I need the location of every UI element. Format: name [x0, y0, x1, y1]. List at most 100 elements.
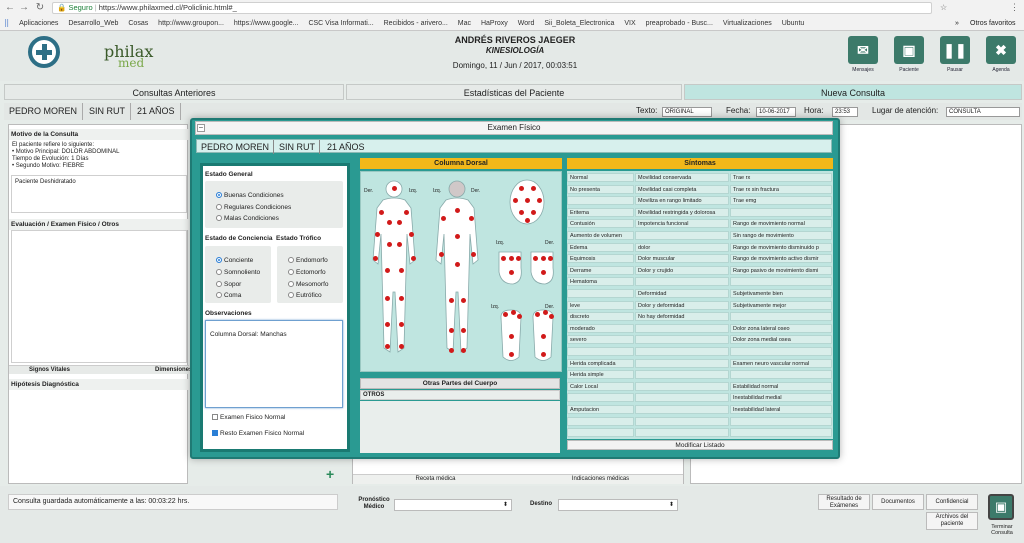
more-bookmarks[interactable]: » — [955, 17, 959, 30]
sintoma-option[interactable]: Estabilidad normal — [730, 381, 832, 391]
sintoma-option[interactable]: severo — [567, 335, 634, 345]
sintoma-option[interactable]: Dolor muscular — [635, 254, 729, 264]
foot-point[interactable] — [549, 314, 554, 319]
face-point[interactable] — [519, 186, 524, 191]
body-point[interactable] — [387, 242, 392, 247]
foot-point[interactable] — [543, 310, 548, 315]
body-point[interactable] — [397, 242, 402, 247]
archivos-button[interactable]: Archivos del paciente — [926, 512, 978, 530]
body-point[interactable] — [471, 252, 476, 257]
sintoma-option[interactable]: Subjetivamente mejor — [730, 300, 832, 310]
sintoma-option[interactable]: Movilidad casi completa — [635, 184, 729, 194]
sintoma-option[interactable]: Rango de movimiento normal — [730, 219, 832, 229]
sintoma-option[interactable] — [730, 370, 832, 380]
body-point[interactable] — [385, 322, 390, 327]
body-point[interactable] — [373, 256, 378, 261]
radio-mesomorfo[interactable]: Mesomorfo — [288, 281, 329, 288]
star-icon[interactable]: ☆ — [940, 3, 947, 12]
body-point[interactable] — [469, 216, 474, 221]
body-point[interactable] — [379, 210, 384, 215]
body-point[interactable] — [399, 322, 404, 327]
body-point[interactable] — [399, 344, 404, 349]
sintoma-option[interactable]: Dolor zona medial osea — [730, 335, 832, 345]
documentos-button[interactable]: Documentos — [872, 494, 924, 510]
radio-regulares[interactable]: Regulares Condiciones — [216, 204, 291, 211]
sintoma-option[interactable] — [635, 231, 729, 240]
radio-malas[interactable]: Malas Condiciones — [216, 215, 279, 222]
tab-estadisticas[interactable]: Estadísticas del Paciente — [346, 84, 682, 100]
bookmark-item[interactable]: Desarrollo_Web — [68, 20, 118, 27]
face-point[interactable] — [519, 210, 524, 215]
sintoma-option[interactable] — [730, 416, 832, 426]
sintoma-option[interactable]: leve — [567, 300, 634, 310]
sintoma-option[interactable]: discreto — [567, 312, 634, 322]
reload-icon[interactable]: ↻ — [34, 2, 46, 14]
agenda-button[interactable]: ✖ Agenda — [984, 36, 1018, 76]
radio-somnoliento[interactable]: Somnoliento — [216, 269, 260, 276]
sintoma-option[interactable]: Trae rx — [730, 173, 832, 182]
sintoma-option[interactable] — [635, 381, 729, 391]
bookmark-item[interactable]: Recibidos - arivero... — [384, 20, 448, 27]
sintoma-option[interactable]: dolor — [635, 242, 729, 252]
bookmark-item[interactable]: preaprobado - Busc... — [646, 20, 713, 27]
minimize-icon[interactable]: – — [197, 124, 205, 132]
sintoma-option[interactable] — [730, 277, 832, 287]
face-point[interactable] — [525, 218, 530, 223]
radio-ectomorfo[interactable]: Ectomorfo — [288, 269, 326, 276]
sintoma-option[interactable] — [567, 196, 634, 206]
sintoma-option[interactable]: Movilidad restringida y dolorosa — [635, 207, 729, 217]
otras-row[interactable]: OTROS — [360, 390, 560, 400]
foot-point[interactable] — [541, 352, 546, 357]
face-point[interactable] — [537, 198, 542, 203]
sintoma-option[interactable] — [635, 393, 729, 403]
hand-point[interactable] — [509, 256, 514, 261]
bookmark-item[interactable]: Virtualizaciones — [723, 20, 772, 27]
body-point[interactable] — [375, 232, 380, 237]
hand-point[interactable] — [541, 256, 546, 261]
sintoma-option[interactable] — [635, 347, 729, 356]
hand-point[interactable] — [509, 270, 514, 275]
body-point[interactable] — [461, 328, 466, 333]
foot-point[interactable] — [511, 310, 516, 315]
sintoma-option[interactable] — [635, 405, 729, 414]
texto-select[interactable]: ORIGINAL — [662, 107, 712, 117]
sintoma-option[interactable]: Herida complicada — [567, 358, 634, 368]
radio-eutrofico[interactable]: Eutrófico — [288, 292, 322, 299]
sintoma-option[interactable] — [567, 393, 634, 403]
foot-point[interactable] — [541, 334, 546, 339]
face-point[interactable] — [525, 198, 530, 203]
foot-point[interactable] — [503, 312, 508, 317]
sintoma-option[interactable] — [567, 416, 634, 426]
modificar-listado-button[interactable]: Modificar Listado — [567, 440, 833, 450]
radio-sopor[interactable]: Sopor — [216, 281, 241, 288]
radio-conciente[interactable]: Conciente — [216, 257, 253, 264]
body-point[interactable] — [461, 298, 466, 303]
sintoma-option[interactable]: Dolor y deformidad — [635, 300, 729, 310]
sintoma-option[interactable] — [730, 347, 832, 356]
sintoma-option[interactable]: Dolor y crujido — [635, 265, 729, 275]
signos-vitales-tab[interactable]: Signos Vitales — [29, 367, 70, 373]
eval-textarea[interactable] — [11, 230, 187, 363]
bookmark-item[interactable]: Cosas — [128, 20, 148, 27]
sintoma-option[interactable]: Trae rx sin fractura — [730, 184, 832, 194]
bookmark-item[interactable]: http://www.groupon... — [158, 20, 224, 27]
body-point[interactable] — [397, 220, 402, 225]
sintoma-option[interactable]: Movilidad conservada — [635, 173, 729, 182]
sintoma-option[interactable]: Rango de movimiento disminuido p — [730, 242, 832, 252]
body-point[interactable] — [455, 234, 460, 239]
other-bookmarks[interactable]: Otros favoritos — [970, 17, 1016, 30]
body-point[interactable] — [461, 348, 466, 353]
bookmark-item[interactable]: https://www.google... — [234, 20, 299, 27]
address-bar[interactable]: 🔒 Seguro | https://www.philaxmed.cl/Poli… — [52, 2, 932, 14]
sintoma-option[interactable]: Normal — [567, 173, 634, 182]
check-resto-normal[interactable]: Resto Examen Fisico Normal — [212, 430, 304, 437]
add-icon[interactable]: + — [326, 466, 334, 482]
patient-button[interactable]: ▣ Paciente — [892, 36, 926, 76]
sintoma-option[interactable]: Equimosis — [567, 254, 634, 264]
receta-tab[interactable]: Receta médica — [353, 474, 518, 484]
pronostico-select[interactable]: ⬍ — [394, 499, 512, 511]
radio-coma[interactable]: Coma — [216, 292, 241, 299]
observaciones-textarea[interactable]: Columna Dorsal: Manchas — [205, 320, 343, 408]
sintoma-option[interactable] — [635, 370, 729, 380]
lugar-select[interactable]: CONSULTA — [946, 107, 1020, 117]
